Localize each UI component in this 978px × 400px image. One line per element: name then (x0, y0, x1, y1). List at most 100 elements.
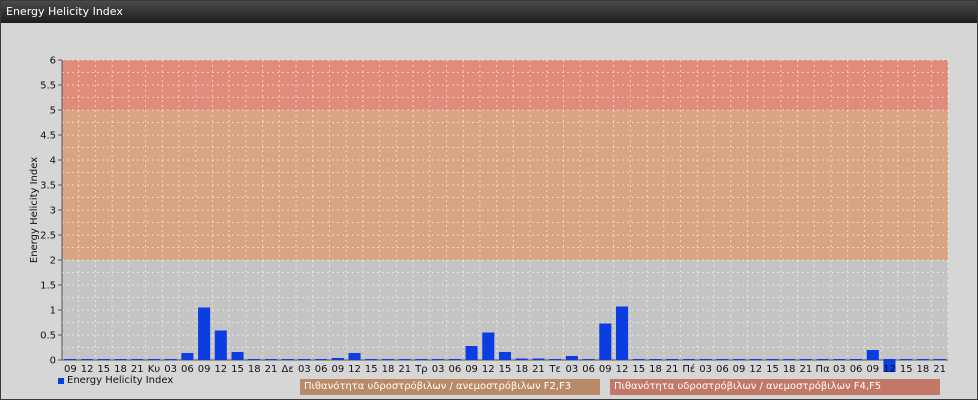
x-tick-label: 15 (365, 364, 378, 375)
bar (783, 359, 796, 360)
x-tick-label: 09 (599, 364, 612, 375)
bar (766, 359, 779, 360)
x-tick-label: 09 (198, 364, 211, 375)
bar (649, 359, 662, 360)
x-tick-label: 18 (114, 364, 127, 375)
x-tick-label: 12 (81, 364, 94, 375)
x-tick-label: Πα (816, 364, 831, 375)
y-tick-label: 4 (50, 156, 56, 167)
x-tick-label: 09 (465, 364, 478, 375)
x-tick-label: 21 (265, 364, 278, 375)
x-tick-label: 12 (883, 364, 896, 375)
bar (147, 359, 160, 360)
bar (699, 359, 712, 360)
series-legend[interactable]: Energy Helicity Index (58, 375, 173, 386)
x-tick-label: 15 (632, 364, 645, 375)
bar (432, 359, 445, 360)
y-tick-label: 3 (50, 206, 56, 217)
x-tick-label: 18 (248, 364, 261, 375)
bar (799, 359, 812, 360)
band-legend-f4f5: Πιθανότητα υδροστρόβιλων / ανεμοστρόβιλω… (610, 379, 940, 395)
bar (281, 359, 294, 360)
x-tick-label: 18 (649, 364, 662, 375)
bar (81, 359, 94, 360)
x-tick-label: 12 (749, 364, 762, 375)
x-tick-label: 18 (917, 364, 930, 375)
bar (532, 358, 545, 360)
bar (315, 359, 328, 360)
bar (264, 359, 277, 360)
bar (214, 330, 227, 360)
bar (682, 359, 695, 360)
x-tick-label: 03 (432, 364, 445, 375)
x-tick-label: 15 (900, 364, 913, 375)
bar (582, 359, 595, 360)
bar (97, 359, 110, 360)
x-tick-label: Κυ (148, 364, 161, 375)
bar (248, 359, 261, 360)
bar (850, 359, 863, 360)
bar (114, 359, 127, 360)
y-tick-label: 5 (50, 106, 56, 117)
bar (632, 359, 645, 360)
bar (64, 359, 77, 360)
bar (482, 332, 495, 360)
y-tick-label: 1.5 (40, 281, 56, 292)
bar (866, 350, 879, 360)
series-legend-swatch (58, 377, 64, 384)
bar (498, 352, 512, 360)
bar (164, 359, 177, 360)
y-tick-label: 3.5 (40, 181, 56, 192)
bar (331, 358, 344, 360)
x-tick-label: 12 (616, 364, 629, 375)
x-tick-label: 15 (499, 364, 512, 375)
x-tick-label: 15 (231, 364, 244, 375)
y-tick-label: 2 (50, 256, 56, 267)
bar (231, 352, 244, 360)
x-tick-label: 21 (131, 364, 144, 375)
bar (298, 359, 311, 360)
y-tick-label: 6 (50, 56, 56, 67)
bar (733, 359, 746, 360)
bar (448, 359, 461, 360)
bar (381, 359, 394, 360)
y-axis-label: Energy Helicity Index (29, 157, 40, 263)
x-tick-label: 15 (766, 364, 779, 375)
bar (716, 359, 729, 360)
x-tick-label: Τε (548, 364, 561, 375)
x-tick-label: 21 (398, 364, 411, 375)
x-tick-label: 06 (582, 364, 595, 375)
bar (816, 359, 829, 360)
bar (616, 306, 629, 360)
bar (549, 359, 562, 360)
bar (933, 359, 946, 360)
bar (515, 358, 528, 360)
y-tick-label: 5.5 (40, 81, 56, 92)
x-tick-label: 06 (181, 364, 194, 375)
x-tick-label: 03 (699, 364, 712, 375)
x-tick-label: 09 (733, 364, 746, 375)
bar (565, 356, 578, 360)
ehi-chart: 0 0.5 1 1.5 2 2.5 3 3.5 4 4.5 5 5.5 6 Energy Helicity… (29, 56, 949, 375)
series-legend-label: Energy Helicity Index (67, 375, 174, 386)
bar (181, 353, 194, 360)
x-tick-label: 03 (298, 364, 311, 375)
x-tick-label: 06 (315, 364, 328, 375)
risk-band-0 (62, 260, 948, 360)
x-tick-label: 06 (716, 364, 729, 375)
x-tick-label: 21 (800, 364, 813, 375)
y-tick-label: 4.5 (40, 131, 56, 142)
bar (666, 359, 679, 360)
x-tick-label: 18 (382, 364, 395, 375)
bar (749, 359, 762, 360)
bar (365, 359, 378, 360)
x-tick-label: 06 (850, 364, 863, 375)
bar (599, 323, 612, 360)
band-legend-f2f3: Πιθανότητα υδροστρόβιλων / ανεμοστρόβιλω… (300, 379, 600, 395)
x-tick-label: 21 (532, 364, 545, 375)
x-tick-label: 18 (783, 364, 796, 375)
x-tick-label: 03 (833, 364, 846, 375)
x-tick-label: 12 (214, 364, 227, 375)
y-tick-label: 1 (50, 306, 56, 317)
x-tick-label: 03 (164, 364, 177, 375)
